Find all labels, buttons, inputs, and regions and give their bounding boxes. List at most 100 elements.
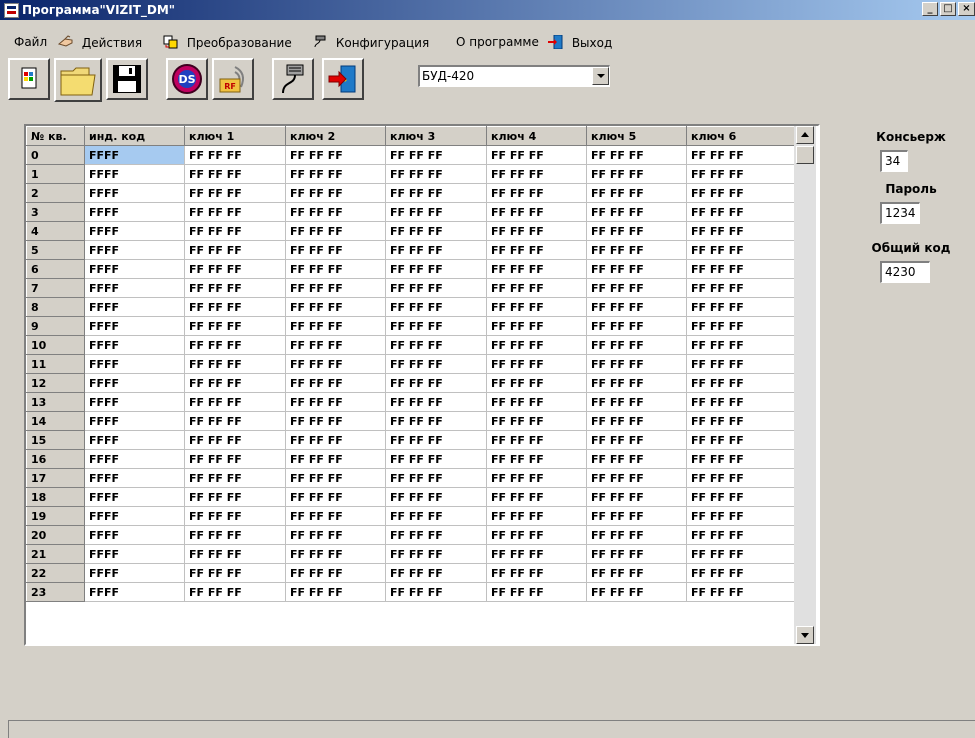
apartment-number-cell[interactable]: 2 — [26, 183, 85, 203]
maximize-button[interactable]: □ — [940, 2, 956, 16]
apartment-number-cell[interactable]: 4 — [26, 221, 85, 241]
key-4-cell[interactable]: FF FF FF — [486, 449, 587, 469]
key-5-cell[interactable]: FF FF FF — [586, 449, 687, 469]
key-6-cell[interactable]: FF FF FF — [686, 487, 795, 507]
key-1-cell[interactable]: FF FF FF — [184, 183, 286, 203]
key-2-cell[interactable]: FF FF FF — [285, 373, 386, 393]
key-2-cell[interactable]: FF FF FF — [285, 145, 386, 165]
key-2-cell[interactable]: FF FF FF — [285, 240, 386, 260]
ind-code-cell[interactable]: FFFF — [84, 506, 185, 526]
key-3-cell[interactable]: FF FF FF — [385, 506, 487, 526]
table-row[interactable]: 16 FFFF FF FF FF FF FF FF FF FF FF FF FF FF FF… — [26, 449, 795, 469]
ind-code-cell[interactable]: FFFF — [84, 183, 185, 203]
key-6-cell[interactable]: FF FF FF — [686, 335, 795, 355]
key-1-cell[interactable]: FF FF FF — [184, 297, 286, 317]
key-1-cell[interactable]: FF FF FF — [184, 335, 286, 355]
key-4-cell[interactable]: FF FF FF — [486, 506, 587, 526]
key-3-cell[interactable]: FF FF FF — [385, 392, 487, 412]
key-5-cell[interactable]: FF FF FF — [586, 430, 687, 450]
ind-code-cell[interactable]: FFFF — [84, 354, 185, 374]
apartment-number-cell[interactable]: 9 — [26, 316, 85, 336]
key-4-cell[interactable]: FF FF FF — [486, 278, 587, 298]
key-1-cell[interactable]: FF FF FF — [184, 373, 286, 393]
key-1-cell[interactable]: FF FF FF — [184, 392, 286, 412]
col-header-key-6[interactable]: ключ 6 — [686, 126, 795, 146]
key-5-cell[interactable]: FF FF FF — [586, 259, 687, 279]
key-1-cell[interactable]: FF FF FF — [184, 563, 286, 583]
key-2-cell[interactable]: FF FF FF — [285, 582, 386, 602]
key-2-cell[interactable]: FF FF FF — [285, 525, 386, 545]
key-2-cell[interactable]: FF FF FF — [285, 392, 386, 412]
key-5-cell[interactable]: FF FF FF — [586, 183, 687, 203]
key-3-cell[interactable]: FF FF FF — [385, 259, 487, 279]
key-3-cell[interactable]: FF FF FF — [385, 240, 487, 260]
key-4-cell[interactable]: FF FF FF — [486, 430, 587, 450]
table-row[interactable]: 23 FFFF FF FF FF FF FF FF FF FF FF FF FF FF FF… — [26, 582, 795, 602]
apartment-number-cell[interactable]: 1 — [26, 164, 85, 184]
apartment-number-cell[interactable]: 20 — [26, 525, 85, 545]
key-2-cell[interactable]: FF FF FF — [285, 354, 386, 374]
key-6-cell[interactable]: FF FF FF — [686, 202, 795, 222]
ind-code-cell[interactable]: FFFF — [84, 145, 185, 165]
key-3-cell[interactable]: FF FF FF — [385, 164, 487, 184]
menu-file[interactable]: Файл — [14, 35, 47, 49]
key-1-cell[interactable]: FF FF FF — [184, 278, 286, 298]
key-4-cell[interactable]: FF FF FF — [486, 525, 587, 545]
key-2-cell[interactable]: FF FF FF — [285, 449, 386, 469]
key-1-cell[interactable]: FF FF FF — [184, 221, 286, 241]
key-3-cell[interactable]: FF FF FF — [385, 202, 487, 222]
ind-code-cell[interactable]: FFFF — [84, 544, 185, 564]
minimize-button[interactable]: _ — [922, 2, 938, 16]
apartment-number-cell[interactable]: 7 — [26, 278, 85, 298]
key-6-cell[interactable]: FF FF FF — [686, 525, 795, 545]
col-header-apartment[interactable]: № кв. — [26, 126, 85, 146]
key-3-cell[interactable]: FF FF FF — [385, 487, 487, 507]
ind-code-cell[interactable]: FFFF — [84, 164, 185, 184]
key-4-cell[interactable]: FF FF FF — [486, 335, 587, 355]
key-3-cell[interactable]: FF FF FF — [385, 411, 487, 431]
scroll-thumb[interactable] — [796, 146, 814, 164]
key-6-cell[interactable]: FF FF FF — [686, 544, 795, 564]
key-5-cell[interactable]: FF FF FF — [586, 563, 687, 583]
key-4-cell[interactable]: FF FF FF — [486, 145, 587, 165]
key-6-cell[interactable]: FF FF FF — [686, 430, 795, 450]
key-5-cell[interactable]: FF FF FF — [586, 544, 687, 564]
apartment-number-cell[interactable]: 16 — [26, 449, 85, 469]
table-row[interactable]: 1 FFFF FF FF FF FF FF FF FF FF FF FF FF FF FF … — [26, 164, 795, 184]
ind-code-cell[interactable]: FFFF — [84, 563, 185, 583]
rf-card-button[interactable]: RF — [212, 58, 254, 100]
key-3-cell[interactable]: FF FF FF — [385, 278, 487, 298]
table-row[interactable]: 19 FFFF FF FF FF FF FF FF FF FF FF FF FF FF FF… — [26, 506, 795, 526]
key-3-cell[interactable]: FF FF FF — [385, 335, 487, 355]
key-2-cell[interactable]: FF FF FF — [285, 430, 386, 450]
col-header-key-4[interactable]: ключ 4 — [486, 126, 587, 146]
exit-button[interactable] — [322, 58, 364, 100]
apartment-number-cell[interactable]: 18 — [26, 487, 85, 507]
ind-code-cell[interactable]: FFFF — [84, 202, 185, 222]
key-2-cell[interactable]: FF FF FF — [285, 411, 386, 431]
key-3-cell[interactable]: FF FF FF — [385, 316, 487, 336]
key-5-cell[interactable]: FF FF FF — [586, 487, 687, 507]
ind-code-cell[interactable]: FFFF — [84, 297, 185, 317]
key-3-cell[interactable]: FF FF FF — [385, 297, 487, 317]
password-field[interactable]: 1234 — [880, 202, 920, 224]
key-6-cell[interactable]: FF FF FF — [686, 582, 795, 602]
apartment-number-cell[interactable]: 5 — [26, 240, 85, 260]
open-button[interactable] — [54, 58, 102, 102]
table-row[interactable]: 3 FFFF FF FF FF FF FF FF FF FF FF FF FF FF FF … — [26, 202, 795, 222]
device-select[interactable]: БУД-420 — [418, 65, 610, 87]
table-row[interactable]: 9 FFFF FF FF FF FF FF FF FF FF FF FF FF FF FF … — [26, 316, 795, 336]
table-row[interactable]: 13 FFFF FF FF FF FF FF FF FF FF FF FF FF FF FF… — [26, 392, 795, 412]
apartment-number-cell[interactable]: 14 — [26, 411, 85, 431]
key-2-cell[interactable]: FF FF FF — [285, 202, 386, 222]
key-6-cell[interactable]: FF FF FF — [686, 506, 795, 526]
key-5-cell[interactable]: FF FF FF — [586, 582, 687, 602]
key-6-cell[interactable]: FF FF FF — [686, 259, 795, 279]
table-row[interactable]: 10 FFFF FF FF FF FF FF FF FF FF FF FF FF FF FF… — [26, 335, 795, 355]
ind-code-cell[interactable]: FFFF — [84, 487, 185, 507]
key-4-cell[interactable]: FF FF FF — [486, 544, 587, 564]
common-code-field[interactable]: 4230 — [880, 261, 930, 283]
key-1-cell[interactable]: FF FF FF — [184, 202, 286, 222]
apartment-number-cell[interactable]: 19 — [26, 506, 85, 526]
menu-config[interactable]: Конфигурация — [312, 35, 429, 50]
